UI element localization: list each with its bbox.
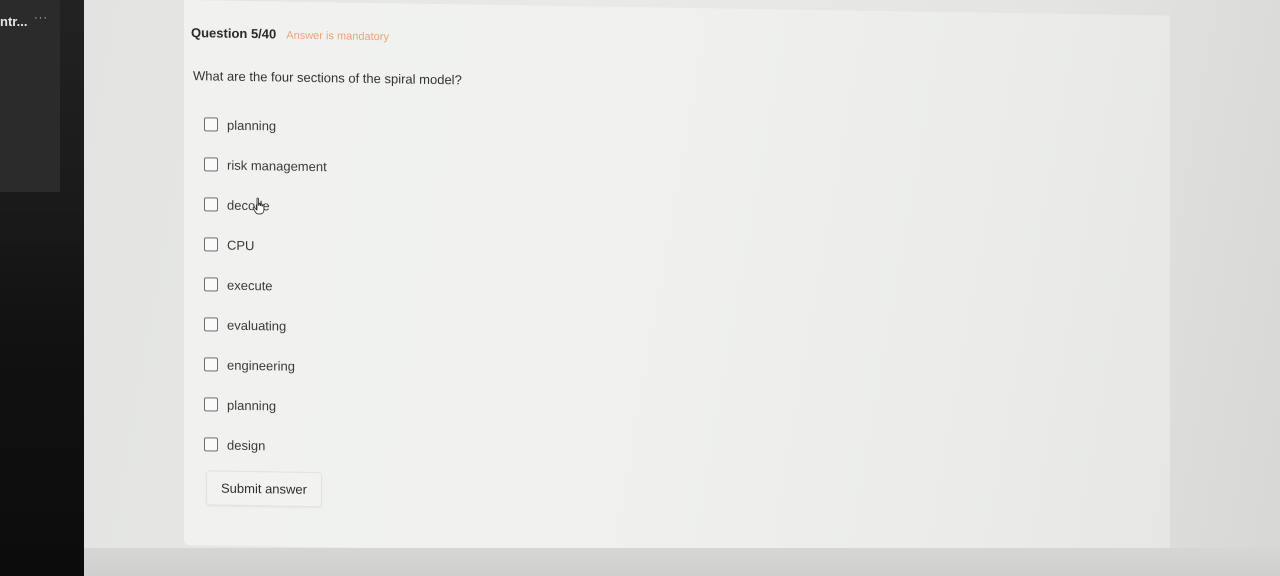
option-planning-2[interactable]: planning [204,384,327,426]
app-sidebar: ntr... ··· [0,0,84,576]
option-design[interactable]: design [204,424,327,466]
sidebar-app-name[interactable]: ntr... [0,14,27,29]
submit-answer-button[interactable]: Submit answer [206,470,322,508]
option-cpu[interactable]: CPU [204,224,327,266]
checkbox-icon[interactable] [204,197,218,212]
question-text: What are the four sections of the spiral… [193,68,462,88]
options-list: planning risk management decode CPU exec… [204,104,327,466]
question-header: Question 5/40 Answer is mandatory [191,25,389,43]
option-risk-management[interactable]: risk management [204,144,327,186]
question-number: Question 5/40 [191,25,277,42]
question-card: Question 5/40 Answer is mandatory What a… [184,0,1170,561]
checkbox-icon[interactable] [204,237,218,252]
option-label: evaluating [227,317,287,334]
checkbox-icon[interactable] [204,117,218,132]
more-options-icon[interactable]: ··· [34,12,48,24]
checkbox-icon[interactable] [204,157,218,172]
option-label: execute [227,277,273,293]
checkbox-icon[interactable] [204,317,218,332]
checkbox-icon[interactable] [204,397,218,412]
hand-pointer-icon [252,197,265,215]
option-label: design [227,437,266,453]
mandatory-notice: Answer is mandatory [286,29,389,44]
option-execute[interactable]: execute [204,264,327,306]
option-label: engineering [227,357,295,374]
checkbox-icon[interactable] [204,437,218,452]
checkbox-icon[interactable] [204,357,218,372]
option-label: planning [227,117,277,133]
option-planning[interactable]: planning [204,104,327,146]
option-label: CPU [227,237,255,253]
option-label: risk management [227,157,327,174]
option-evaluating[interactable]: evaluating [204,304,327,346]
checkbox-icon[interactable] [204,277,218,292]
option-label: planning [227,397,277,413]
page-bottom-edge [84,548,1280,576]
option-engineering[interactable]: engineering [204,344,327,386]
